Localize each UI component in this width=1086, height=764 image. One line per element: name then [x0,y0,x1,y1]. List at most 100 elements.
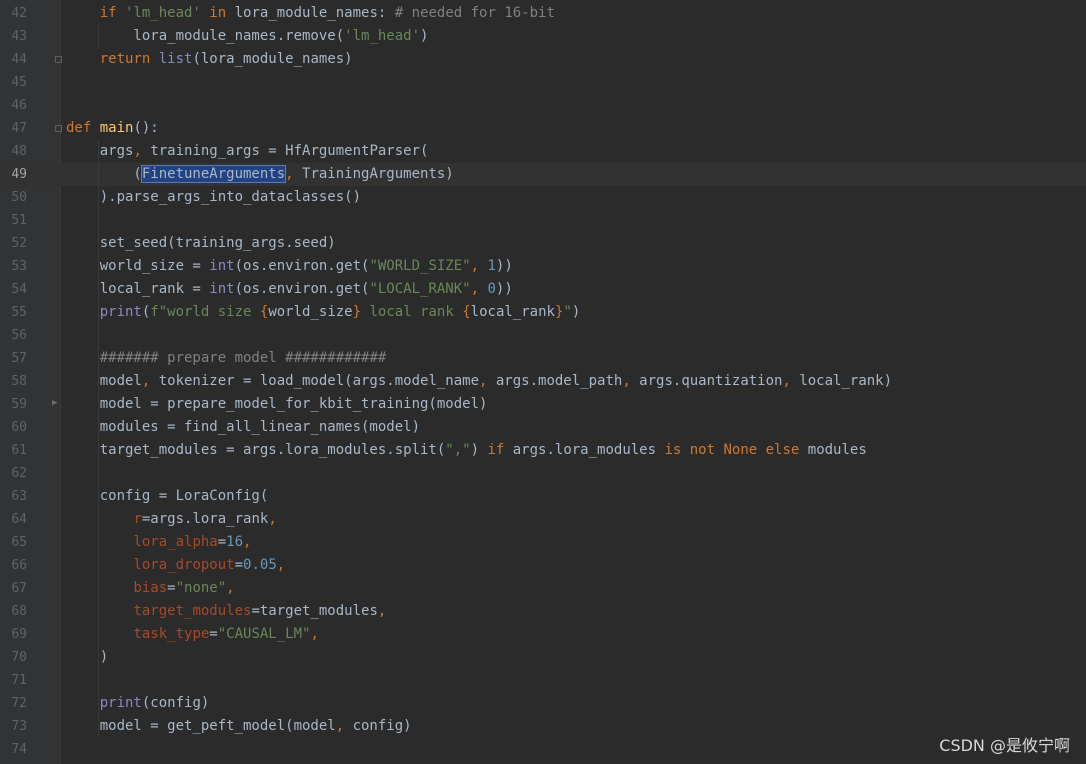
code-token: , [285,166,303,182]
code-line[interactable]: 52 set_seed(training_args.seed) [0,232,1086,255]
code-text[interactable]: def main(): [66,117,159,140]
code-line[interactable]: 68 target_modules=target_modules, [0,600,1086,623]
code-text[interactable]: args, training_args = HfArgumentParser( [66,140,429,163]
code-token: , [276,557,286,573]
code-area[interactable]: 42 if 'lm_head' in lora_module_names: # … [0,0,1086,764]
code-line[interactable]: 50 ).parse_args_into_dataclasses() [0,186,1086,209]
code-token: modules = find_all_linear_names(model) [66,419,421,435]
code-line[interactable]: 56 [0,324,1086,347]
code-token: lora_module_names: [234,5,395,21]
code-line[interactable]: 59 model = prepare_model_for_kbit_traini… [0,393,1086,416]
code-token: def [66,120,100,136]
code-token: "WORLD_SIZE" [369,258,471,274]
line-number: 44 [11,52,27,67]
code-line[interactable]: 58 model, tokenizer = load_model(args.mo… [0,370,1086,393]
code-token: = [217,534,227,550]
code-line[interactable]: 46 [0,94,1086,117]
code-line[interactable]: 54 local_rank = int(os.environ.get("LOCA… [0,278,1086,301]
code-token: (config) [141,695,210,711]
code-token: , [133,143,151,159]
code-text[interactable]: local_rank = int(os.environ.get("LOCAL_R… [66,278,513,301]
code-token: =args.lora_rank [141,511,269,527]
code-line[interactable]: 70 ) [0,646,1086,669]
code-token: ) [66,649,109,665]
code-text[interactable]: print(f"world size {world_size} local ra… [66,301,581,324]
code-token: if [99,5,126,21]
code-line[interactable]: 62 [0,462,1086,485]
code-token: , [243,534,252,550]
code-token: bias [133,580,168,596]
code-text[interactable]: ####### prepare model ############ [66,347,387,370]
code-text[interactable]: config = LoraConfig( [66,485,269,508]
code-line[interactable]: 65 lora_alpha=16, [0,531,1086,554]
code-line[interactable]: 61 target_modules = args.lora_modules.sp… [0,439,1086,462]
code-line[interactable]: 73 model = get_peft_model(model, config) [0,715,1086,738]
code-token: if [487,442,513,458]
line-number: 43 [11,29,27,44]
code-line[interactable]: 63 config = LoraConfig( [0,485,1086,508]
code-token: , [268,511,277,527]
code-text[interactable]: lora_alpha=16, [66,531,251,554]
code-text[interactable]: ).parse_args_into_dataclasses() [66,186,361,209]
line-number: 57 [11,351,27,366]
code-token: { [462,304,471,320]
line-number: 71 [11,673,27,688]
code-line[interactable]: 47 def main(): [0,117,1086,140]
code-text[interactable]: if 'lm_head' in lora_module_names: # nee… [66,2,555,25]
code-text[interactable]: target_modules=target_modules, [66,600,386,623]
code-line[interactable]: 48 args, training_args = HfArgumentParse… [0,140,1086,163]
code-line[interactable]: 66 lora_dropout=0.05, [0,554,1086,577]
code-text[interactable]: ) [66,646,108,669]
code-text[interactable]: model = prepare_model_for_kbit_training(… [66,393,488,416]
code-line[interactable]: 72 print(config) [0,692,1086,715]
code-line[interactable]: 69 task_type="CAUSAL_LM", [0,623,1086,646]
code-text[interactable]: modules = find_all_linear_names(model) [66,416,420,439]
code-line[interactable]: 67 bias="none", [0,577,1086,600]
code-text[interactable]: model = get_peft_model(model, config) [66,715,412,738]
code-line[interactable]: 51 [0,209,1086,232]
code-text[interactable]: lora_module_names.remove('lm_head') [66,25,428,48]
code-text[interactable]: world_size = int(os.environ.get("WORLD_S… [66,255,513,278]
code-token: 'lm_head' [344,28,421,44]
line-number: 68 [11,604,27,619]
code-text[interactable]: print(config) [66,692,210,715]
code-token: "CAUSAL_LM" [217,626,311,642]
code-text[interactable]: return list(lora_module_names) [66,48,353,71]
code-line[interactable]: 42 if 'lm_head' in lora_module_names: # … [0,2,1086,25]
code-text[interactable]: set_seed(training_args.seed) [66,232,336,255]
code-text[interactable]: model, tokenizer = load_model(args.model… [66,370,892,393]
code-token: config = LoraConfig( [66,488,269,504]
line-number: 46 [11,98,27,113]
code-text[interactable]: bias="none", [66,577,234,600]
code-line[interactable]: 74 [0,738,1086,761]
code-text[interactable]: task_type="CAUSAL_LM", [66,623,318,646]
line-number: 53 [11,259,27,274]
line-number: 55 [11,305,27,320]
line-number: 56 [11,328,27,343]
code-line[interactable]: 49 (FinetuneArguments, TrainingArguments… [0,163,1086,186]
code-editor[interactable]: 42 if 'lm_head' in lora_module_names: # … [0,0,1086,764]
run-gutter-icon[interactable]: ▶ [52,398,57,408]
code-text[interactable]: (FinetuneArguments, TrainingArguments) [66,163,454,186]
code-text[interactable]: target_modules = args.lora_modules.split… [66,439,867,462]
line-number: 45 [11,75,27,90]
fold-marker-icon[interactable] [55,56,62,63]
code-line[interactable]: 45 [0,71,1086,94]
line-number: 65 [11,535,27,550]
code-token: = [234,557,244,573]
code-line[interactable]: 43 lora_module_names.remove('lm_head') [0,25,1086,48]
code-token: lora_module_names.remove( [66,28,345,44]
code-line[interactable]: 55 print(f"world size {world_size} local… [0,301,1086,324]
code-token: "LOCAL_RANK" [369,281,471,297]
code-line[interactable]: 60 modules = find_all_linear_names(model… [0,416,1086,439]
code-line[interactable]: 64 r=args.lora_rank, [0,508,1086,531]
fold-marker-icon[interactable] [55,125,62,132]
line-number: 69 [11,627,27,642]
code-line[interactable]: 71 [0,669,1086,692]
code-line[interactable]: 44 return list(lora_module_names) [0,48,1086,71]
code-line[interactable]: 57 ####### prepare model ############ [0,347,1086,370]
code-line[interactable]: 53 world_size = int(os.environ.get("WORL… [0,255,1086,278]
